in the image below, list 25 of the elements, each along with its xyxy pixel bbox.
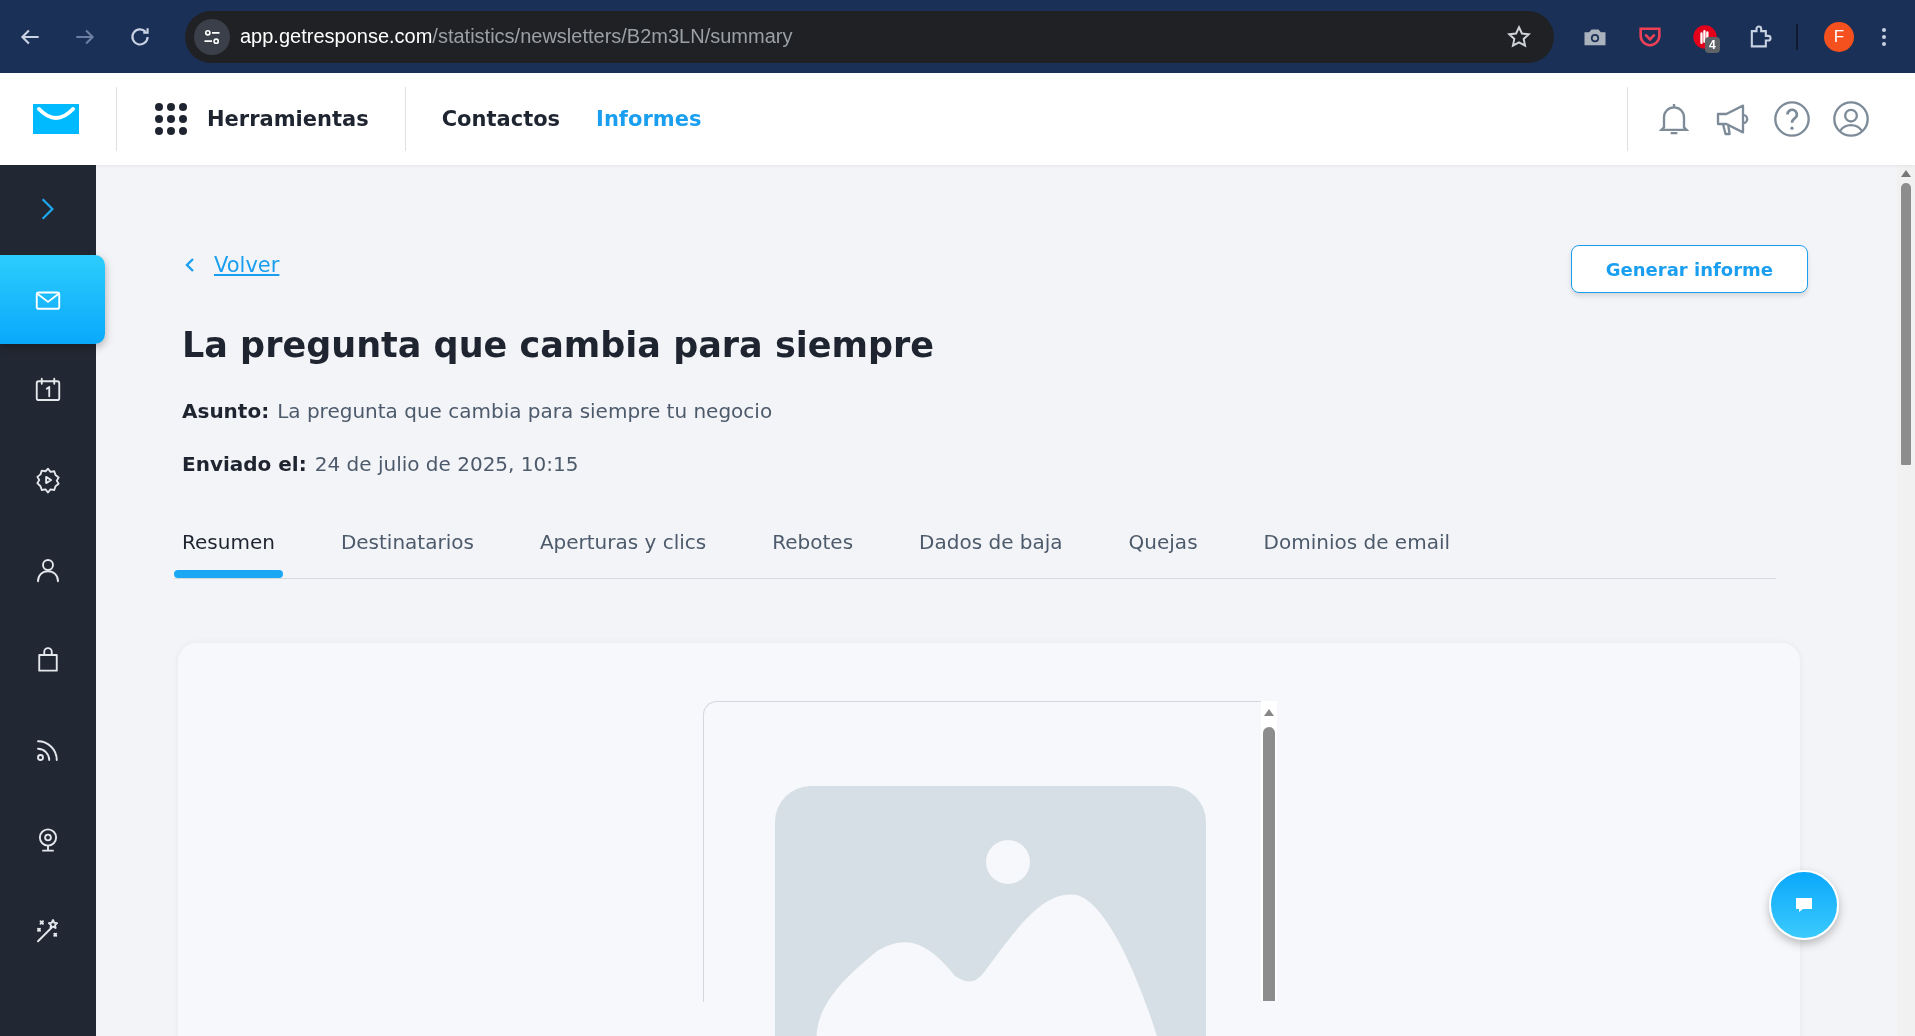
tab[interactable]: Aperturas y clics: [531, 520, 715, 578]
tab[interactable]: Destinatarios: [332, 520, 482, 578]
meta-value: 24 de julio de 2025, 10:15: [314, 452, 579, 476]
help-icon[interactable]: [1772, 99, 1812, 139]
url-text: app.getresponse.com/statistics/newsletters/B2m3LN/summary: [240, 25, 794, 48]
meta-label: Enviado el:: [182, 452, 307, 476]
account-icon[interactable]: [1831, 99, 1871, 139]
tools-menu-button[interactable]: Herramientas: [149, 102, 375, 136]
tab[interactable]: Dominios de email: [1255, 520, 1458, 578]
meta-label: Asunto:: [182, 399, 270, 423]
profile-avatar[interactable]: F: [1824, 21, 1854, 52]
page-title: La pregunta que cambia para siempre: [182, 325, 935, 365]
grid-icon: [155, 103, 187, 135]
tab[interactable]: Resumen: [174, 520, 283, 578]
meta-value: La pregunta que cambia para siempre tu negocio: [277, 399, 773, 423]
logo-icon[interactable]: [33, 104, 79, 134]
tab[interactable]: Quejas: [1120, 520, 1206, 578]
tab[interactable]: Rebotes: [764, 520, 862, 578]
tab[interactable]: Dados de baja: [911, 520, 1071, 578]
site-settings-icon[interactable]: [194, 18, 230, 55]
chat-button[interactable]: [1769, 870, 1839, 940]
nav-link[interactable]: Contactos: [441, 107, 561, 131]
bookmark-star-icon[interactable]: [1506, 23, 1532, 50]
extension-badge: 4: [1705, 36, 1720, 53]
address-bar[interactable]: app.getresponse.com/statistics/newsletters/B2m3LN/summary: [185, 10, 1554, 63]
